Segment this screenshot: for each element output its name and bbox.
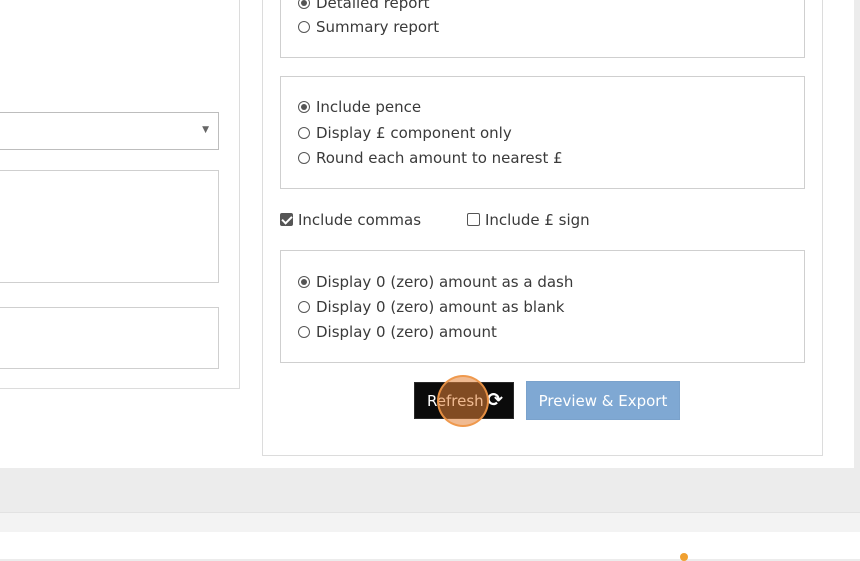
radio-button[interactable] [298, 152, 310, 164]
checkbox-include-pound-sign[interactable]: Include £ sign [467, 209, 590, 231]
radio-zero-as-dash[interactable]: Display 0 (zero) amount as a dash [298, 271, 573, 293]
radio-detailed-report[interactable]: Detailed report [298, 0, 430, 14]
radio-button[interactable] [298, 101, 310, 113]
radio-button[interactable] [298, 127, 310, 139]
radio-pound-component-only[interactable]: Display £ component only [298, 122, 512, 144]
report-options-panel: ▼ Detailed report Summary report Include… [0, 0, 854, 468]
radio-zero-amount[interactable]: Display 0 (zero) amount [298, 321, 497, 343]
radio-include-pence[interactable]: Include pence [298, 96, 421, 118]
radio-button[interactable] [298, 0, 310, 9]
option-label: Detailed report [316, 0, 430, 12]
checkbox[interactable] [467, 213, 480, 226]
option-label: Display £ component only [316, 124, 512, 142]
option-label: Display 0 (zero) amount [316, 323, 497, 341]
radio-button[interactable] [298, 326, 310, 338]
option-label: Include pence [316, 98, 422, 116]
footer-divider [0, 512, 860, 533]
option-label: Round each amount to nearest £ [316, 149, 563, 167]
refresh-icon: ⟳ [487, 389, 503, 411]
option-label: Display 0 (zero) amount as blank [316, 298, 565, 316]
refresh-button-label: Refresh [427, 392, 484, 410]
left-options-box [0, 170, 219, 283]
preview-export-button[interactable]: Preview & Export [526, 381, 680, 420]
checkbox-include-commas[interactable]: Include commas [280, 209, 421, 231]
refresh-button[interactable]: Refresh ⟳ [414, 382, 514, 419]
checkbox-label: Include £ sign [485, 211, 590, 229]
checkbox[interactable] [280, 213, 293, 226]
left-dropdown-select[interactable]: ▼ [0, 112, 219, 150]
radio-zero-as-blank[interactable]: Display 0 (zero) amount as blank [298, 296, 564, 318]
radio-button[interactable] [298, 21, 310, 33]
status-dot-icon [680, 553, 688, 561]
radio-summary-report[interactable]: Summary report [298, 16, 439, 38]
radio-round-nearest-pound[interactable]: Round each amount to nearest £ [298, 147, 563, 169]
dropdown-arrow-icon: ▼ [202, 125, 209, 135]
radio-button[interactable] [298, 276, 310, 288]
radio-button[interactable] [298, 301, 310, 313]
checkbox-label: Include commas [298, 211, 422, 229]
option-label: Display 0 (zero) amount as a dash [316, 273, 574, 291]
left-input-box[interactable] [0, 307, 219, 369]
page-footer [0, 532, 860, 559]
option-label: Summary report [316, 18, 440, 36]
